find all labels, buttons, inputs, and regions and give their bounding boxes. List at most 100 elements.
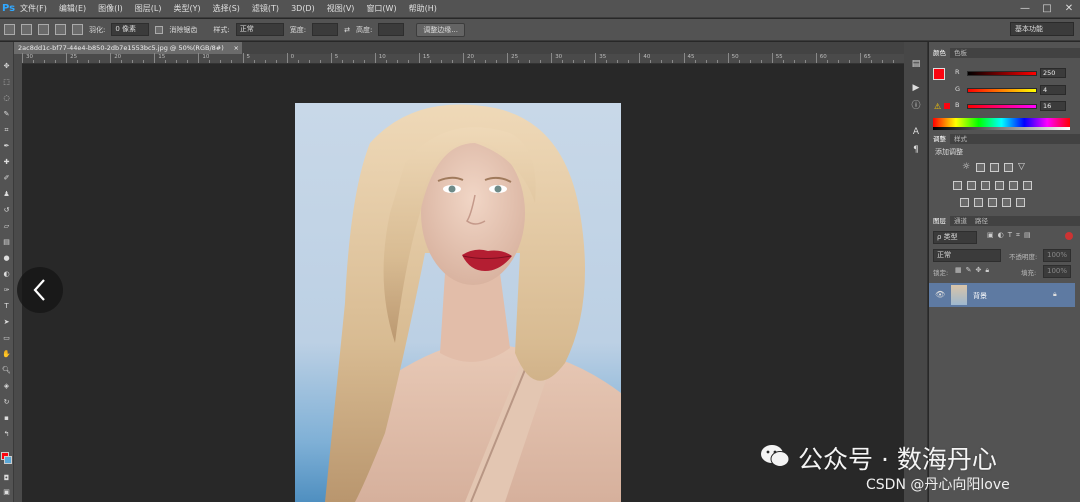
r-slider[interactable]	[967, 71, 1037, 76]
menu-select[interactable]: 选择(S)	[207, 3, 246, 14]
maximize-button[interactable]: □	[1036, 0, 1058, 18]
shape-icon[interactable]: ▭	[2, 334, 11, 343]
tab-swatches[interactable]: 色板	[950, 48, 971, 58]
gradient-icon[interactable]: ▤	[2, 238, 11, 247]
marquee-tool-icon[interactable]	[4, 24, 15, 35]
dodge-icon[interactable]: ◐	[2, 270, 11, 279]
tab-styles[interactable]: 样式	[950, 134, 971, 144]
eraser-icon[interactable]: ▱	[2, 222, 11, 231]
layer-kind-filter[interactable]: ρ 类型	[933, 231, 977, 244]
background-color-swatch[interactable]	[4, 456, 12, 464]
crop-icon[interactable]: ⌗	[2, 126, 11, 135]
posterize-icon[interactable]	[974, 198, 983, 207]
brush-icon[interactable]: ✐	[2, 174, 11, 183]
gradient-map-icon[interactable]	[1002, 198, 1011, 207]
width-input[interactable]	[312, 23, 339, 36]
height-input[interactable]	[378, 23, 405, 36]
visibility-eye-icon[interactable]: 👁︎	[935, 290, 945, 299]
menu-view[interactable]: 视图(V)	[321, 3, 361, 14]
three-d-icon[interactable]: ◈	[2, 382, 11, 391]
antialias-checkbox[interactable]	[155, 25, 164, 34]
hue-saturation-icon[interactable]	[953, 181, 962, 190]
pen-icon[interactable]: ✑	[2, 286, 11, 295]
menu-type[interactable]: 类型(Y)	[167, 3, 206, 14]
actions-icon[interactable]: ▶	[910, 82, 922, 94]
grayscale-ramp[interactable]	[933, 127, 1070, 130]
close-tab-icon[interactable]: ×	[234, 42, 239, 54]
fill-input[interactable]: 100%	[1043, 265, 1071, 278]
color-spectrum[interactable]	[933, 118, 1070, 127]
menu-window[interactable]: 窗口(W)	[360, 3, 402, 14]
swap-icon[interactable]: ⇄	[344, 26, 350, 34]
character-icon[interactable]: A	[910, 126, 922, 138]
zoom-icon[interactable]: 🔍︎	[2, 366, 11, 375]
default-colors-icon[interactable]: ▪	[2, 414, 11, 423]
swap-colors-icon[interactable]: ↰	[2, 430, 11, 439]
r-value[interactable]: 250	[1040, 68, 1066, 78]
blend-mode-select[interactable]: 正常	[933, 249, 1001, 262]
screen-mode-icon[interactable]: ▣	[2, 488, 11, 497]
eyedropper-icon[interactable]: ✒	[2, 142, 11, 151]
levels-icon[interactable]	[976, 163, 985, 172]
g-slider[interactable]	[967, 88, 1037, 93]
brightness-icon[interactable]: ☼	[962, 163, 971, 172]
menu-file[interactable]: 文件(F)	[14, 3, 53, 14]
add-selection-icon[interactable]	[38, 24, 49, 35]
channel-mixer-icon[interactable]	[1009, 181, 1018, 190]
quick-mask-icon[interactable]: ◘	[2, 474, 11, 483]
hand-icon[interactable]: ✋	[2, 350, 11, 359]
tab-adjustments[interactable]: 调整	[929, 134, 950, 144]
menu-image[interactable]: 图像(I)	[92, 3, 129, 14]
type-icon[interactable]: T	[2, 302, 11, 311]
filter-toggle-icon[interactable]	[1065, 232, 1073, 240]
intersect-selection-icon[interactable]	[72, 24, 83, 35]
black-white-icon[interactable]	[981, 181, 990, 190]
b-slider[interactable]	[967, 104, 1037, 109]
stamp-icon[interactable]: ♟	[2, 190, 11, 199]
invert-icon[interactable]	[960, 198, 969, 207]
gamut-color-chip[interactable]	[944, 103, 950, 109]
quick-select-icon[interactable]: ✎	[2, 110, 11, 119]
tab-color[interactable]: 颜色	[929, 48, 950, 58]
threshold-icon[interactable]	[988, 198, 997, 207]
layer-name[interactable]: 背景	[973, 291, 987, 301]
minimize-button[interactable]: —	[1014, 0, 1036, 18]
document-tab[interactable]: 2ac8dd1c-bf77-44e4-b850-2db7e1553bc5.jpg…	[14, 42, 242, 54]
tab-layers[interactable]: 图层	[929, 216, 950, 226]
opacity-input[interactable]: 100%	[1043, 249, 1071, 262]
tab-paths[interactable]: 路径	[971, 216, 992, 226]
workspace-select[interactable]: 基本功能	[1010, 22, 1074, 36]
new-selection-icon[interactable]	[21, 24, 32, 35]
menu-edit[interactable]: 编辑(E)	[53, 3, 92, 14]
curves-icon[interactable]	[990, 163, 999, 172]
menu-layer[interactable]: 图层(L)	[129, 3, 168, 14]
fg-color-chip[interactable]	[933, 68, 945, 80]
history-brush-icon[interactable]: ↺	[2, 206, 11, 215]
healing-icon[interactable]: ✚	[2, 158, 11, 167]
layer-filter-icons[interactable]: ▣◐T⌗▤	[987, 231, 1035, 240]
color-lookup-icon[interactable]	[1023, 181, 1032, 190]
lasso-icon[interactable]: ◌	[2, 94, 11, 103]
blur-icon[interactable]: ●	[2, 254, 11, 263]
refine-edge-button[interactable]: 调整边缘...	[416, 22, 465, 37]
style-select[interactable]: 正常	[235, 23, 284, 36]
close-button[interactable]: ✕	[1058, 0, 1080, 18]
menu-3d[interactable]: 3D(D)	[285, 4, 321, 13]
marquee-icon[interactable]: ⬚	[2, 78, 11, 87]
b-value[interactable]: 16	[1040, 101, 1066, 111]
tab-channels[interactable]: 通道	[950, 216, 971, 226]
feather-input[interactable]: 0 像素	[111, 23, 150, 36]
path-select-icon[interactable]: ➤	[2, 318, 11, 327]
previous-image-button[interactable]	[17, 267, 63, 313]
history-icon[interactable]: ▤	[910, 58, 922, 70]
rotate-icon[interactable]: ↻	[2, 398, 11, 407]
exposure-icon[interactable]	[1004, 163, 1013, 172]
photo-filter-icon[interactable]	[995, 181, 1004, 190]
move-tool-icon[interactable]: ✥	[2, 62, 11, 71]
vibrance-icon[interactable]: ▽	[1018, 163, 1027, 172]
g-value[interactable]: 4	[1040, 85, 1066, 95]
menu-filter[interactable]: 滤镜(T)	[246, 3, 285, 14]
lock-icons[interactable]: ▦✎✥🔒︎	[955, 266, 993, 275]
color-balance-icon[interactable]	[967, 181, 976, 190]
info-icon[interactable]: ⓘ	[910, 100, 922, 112]
